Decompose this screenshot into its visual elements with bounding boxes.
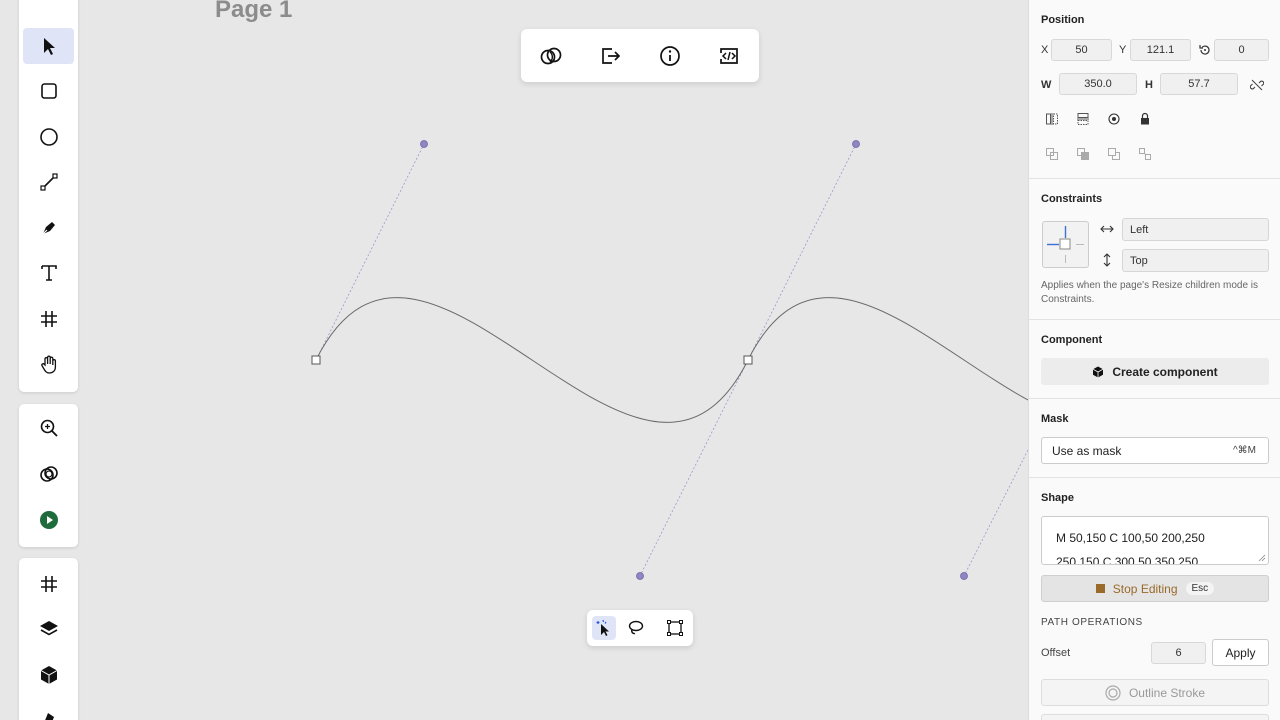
use-as-mask-button[interactable]: Use as mask ^⌘M bbox=[1041, 437, 1269, 464]
hand-icon[interactable] bbox=[23, 346, 74, 382]
frame-icon[interactable] bbox=[23, 301, 74, 337]
control-handle[interactable] bbox=[852, 140, 860, 148]
select-icon[interactable] bbox=[23, 28, 74, 64]
send-backward-icon[interactable] bbox=[1107, 147, 1121, 161]
stop-editing-button[interactable]: Stop Editing Esc bbox=[1041, 575, 1269, 602]
stop-shortcut: Esc bbox=[1185, 582, 1215, 595]
constraints-section: Constraints Left Top Applies when the pa… bbox=[1029, 179, 1280, 320]
app-logo-icon[interactable] bbox=[23, 0, 74, 10]
transform-icon[interactable] bbox=[663, 616, 687, 640]
stop-editing-label: Stop Editing bbox=[1112, 581, 1178, 596]
code-icon[interactable] bbox=[715, 42, 743, 70]
use-as-mask-label: Use as mask bbox=[1052, 444, 1122, 458]
control-handle[interactable] bbox=[960, 572, 968, 580]
handle-line bbox=[747, 143, 857, 361]
anchor-point[interactable] bbox=[743, 355, 753, 365]
path-data-line: 250,150 C 300,50 350,250 bbox=[1056, 555, 1199, 565]
vertical-constraint-select[interactable]: Top bbox=[1122, 249, 1269, 272]
bring-to-front-icon[interactable] bbox=[1076, 147, 1090, 161]
position-section: Position X 50 Y 121.1 0 W 350.0 H 57.7 bbox=[1029, 0, 1280, 179]
unlink-ratio-icon[interactable] bbox=[1250, 78, 1264, 92]
component-section: Component Create component bbox=[1029, 320, 1280, 399]
apply-offset-button[interactable]: Apply bbox=[1212, 639, 1269, 666]
line-icon[interactable] bbox=[23, 164, 74, 200]
component-icon bbox=[1093, 366, 1104, 377]
resize-grip-icon[interactable] bbox=[1258, 554, 1266, 562]
section-title: Constraints bbox=[1041, 193, 1103, 205]
info-icon[interactable] bbox=[656, 42, 684, 70]
handle-line bbox=[963, 449, 1028, 577]
lock-icon[interactable] bbox=[1138, 112, 1152, 126]
shape-section: Shape M 50,150 C 100,50 200,250 250,150 … bbox=[1029, 478, 1280, 720]
handle-line bbox=[639, 359, 749, 577]
horizontal-constraint-select[interactable]: Left bbox=[1122, 218, 1269, 241]
x-label: X bbox=[1041, 44, 1049, 56]
selection-toolbar bbox=[521, 29, 759, 82]
section-title: Position bbox=[1041, 14, 1085, 26]
theme-icon[interactable] bbox=[23, 702, 74, 720]
edit-mode-toolbar bbox=[587, 610, 693, 646]
direct-select-icon[interactable] bbox=[592, 616, 616, 640]
create-component-button[interactable]: Create component bbox=[1041, 358, 1269, 385]
stop-icon bbox=[1095, 584, 1105, 593]
mask-shortcut: ^⌘M bbox=[1232, 445, 1256, 456]
main-toolbar bbox=[19, 0, 78, 392]
components-icon[interactable] bbox=[23, 657, 74, 693]
canvas[interactable]: Page 1 bbox=[0, 0, 1028, 720]
section-title: Component bbox=[1041, 334, 1103, 346]
target-icon[interactable] bbox=[1107, 112, 1121, 126]
offset-input[interactable]: 6 bbox=[1151, 642, 1206, 664]
send-to-back-icon[interactable] bbox=[1138, 147, 1152, 161]
section-title: Mask bbox=[1041, 413, 1069, 425]
path-data-textarea[interactable]: M 50,150 C 100,50 200,250 250,150 C 300,… bbox=[1041, 516, 1269, 565]
layers-icon[interactable] bbox=[23, 611, 74, 647]
zoom-icon[interactable] bbox=[23, 410, 74, 446]
w-label: W bbox=[1041, 79, 1052, 91]
h-input[interactable]: 57.7 bbox=[1160, 73, 1238, 95]
w-input[interactable]: 350.0 bbox=[1059, 73, 1137, 95]
frame-icon[interactable] bbox=[23, 566, 74, 602]
outline-stroke-label: Outline Stroke bbox=[1128, 685, 1206, 700]
mask-section: Mask Use as mask ^⌘M bbox=[1029, 399, 1280, 478]
constraints-help: Applies when the page's Resize children … bbox=[1041, 280, 1259, 305]
flip-horizontal-icon[interactable] bbox=[1045, 112, 1059, 126]
constraints-widget[interactable] bbox=[1042, 221, 1089, 268]
handle-line bbox=[315, 143, 425, 361]
ellipse-icon[interactable] bbox=[23, 119, 74, 155]
boolean-icon[interactable] bbox=[23, 456, 74, 492]
path-data-line: M 50,150 C 100,50 200,250 bbox=[1056, 531, 1205, 545]
control-handle[interactable] bbox=[636, 572, 644, 580]
horizontal-arrows-icon bbox=[1100, 222, 1114, 236]
bezier-curve[interactable] bbox=[315, 297, 1028, 423]
export-icon[interactable] bbox=[596, 42, 624, 70]
boolean-icon[interactable] bbox=[537, 42, 565, 70]
x-input[interactable]: 50 bbox=[1051, 39, 1112, 61]
outline-stroke-button[interactable]: Outline Stroke bbox=[1041, 679, 1269, 706]
next-operation-button[interactable] bbox=[1041, 714, 1269, 720]
outline-stroke-icon bbox=[1105, 684, 1121, 701]
y-input[interactable]: 121.1 bbox=[1130, 39, 1191, 61]
properties-panel: Position X 50 Y 121.1 0 W 350.0 H 57.7 C… bbox=[1028, 0, 1280, 720]
play-icon[interactable] bbox=[23, 502, 74, 538]
path-operations-title: PATH OPERATIONS bbox=[1041, 617, 1143, 628]
offset-label: Offset bbox=[1041, 647, 1071, 659]
create-component-label: Create component bbox=[1112, 364, 1218, 379]
vertical-arrows-icon bbox=[1100, 253, 1114, 267]
lasso-icon[interactable] bbox=[624, 616, 648, 640]
section-title: Shape bbox=[1041, 492, 1075, 504]
path-editor-svg[interactable] bbox=[0, 0, 1028, 720]
y-label: Y bbox=[1119, 44, 1127, 56]
text-icon[interactable] bbox=[23, 255, 74, 291]
bring-forward-icon[interactable] bbox=[1045, 147, 1059, 161]
panels-toolbar bbox=[19, 558, 78, 720]
rectangle-icon[interactable] bbox=[23, 73, 74, 109]
control-handle[interactable] bbox=[420, 140, 428, 148]
flip-vertical-icon[interactable] bbox=[1076, 112, 1090, 126]
secondary-toolbar bbox=[19, 404, 78, 547]
pen-icon[interactable] bbox=[23, 210, 74, 246]
h-label: H bbox=[1145, 79, 1153, 91]
rotation-input[interactable]: 0 bbox=[1214, 39, 1269, 61]
anchor-point[interactable] bbox=[311, 355, 321, 365]
rotation-icon bbox=[1198, 43, 1212, 57]
